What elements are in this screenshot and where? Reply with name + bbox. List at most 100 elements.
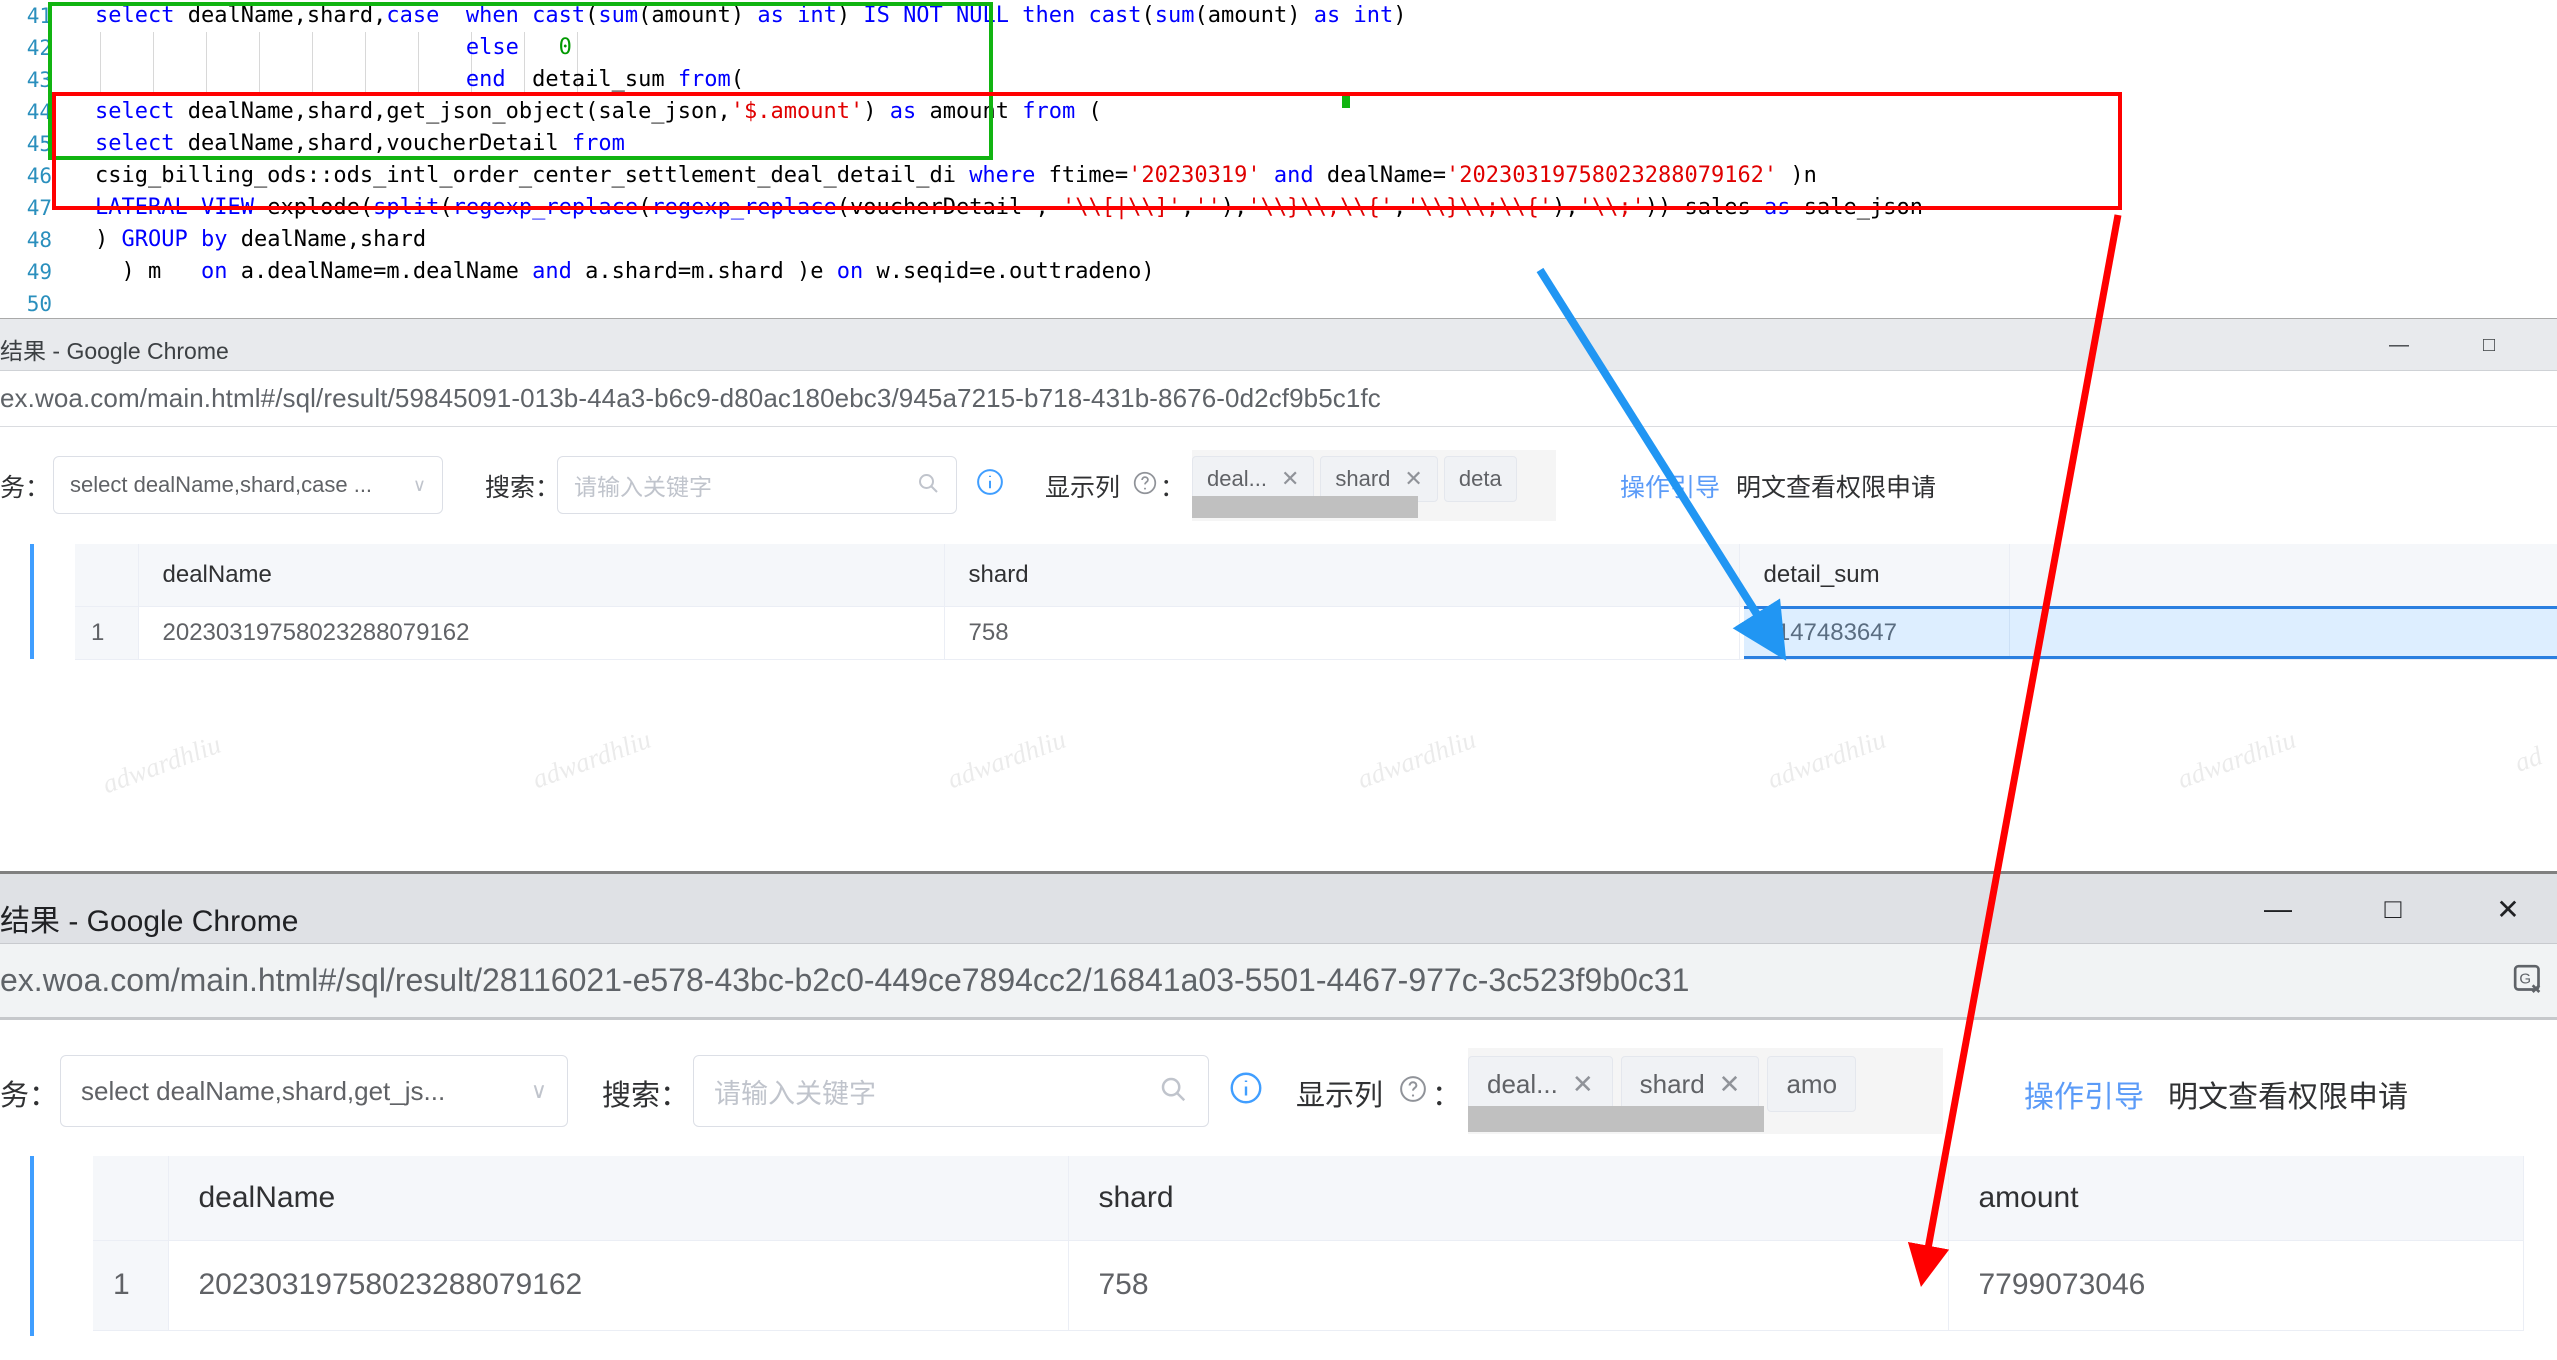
window2-permission-link[interactable]: 明文查看权限申请: [2168, 1072, 2408, 1116]
line-number: 46: [26, 164, 52, 188]
window2-url-text: ex.woa.com/main.html#/sql/result/2811602…: [0, 962, 1690, 998]
close-icon[interactable]: ✕: [1719, 1069, 1741, 1100]
help-circle-icon[interactable]: [1132, 470, 1158, 501]
window2-columns-tags[interactable]: deal... ✕ shard ✕ amo: [1468, 1048, 1943, 1134]
window2-tags-scrollbar-thumb[interactable]: [1468, 1106, 1764, 1132]
code-line-text: else 0: [465, 35, 572, 60]
help-circle-icon[interactable]: [1398, 1074, 1428, 1109]
line-number: 43: [26, 68, 52, 92]
window2-task-select[interactable]: select dealName,shard,get_js... ∨: [60, 1055, 568, 1127]
table-cell[interactable]: 758: [1068, 1240, 1949, 1331]
search-icon[interactable]: [1158, 1074, 1188, 1109]
table-cell[interactable]: 2147483647: [1739, 606, 2010, 660]
line-number: 48: [26, 228, 52, 252]
translate-icon[interactable]: G: [2511, 962, 2551, 1007]
table-cell[interactable]: 20230319758023288079162: [168, 1240, 1069, 1331]
window1-title: 结果 - Google Chrome: [0, 338, 229, 364]
window2-guide-link[interactable]: 操作引导: [2024, 1072, 2144, 1116]
code-line[interactable]: 50: [0, 288, 2557, 318]
table-header-cell[interactable]: dealName: [138, 544, 945, 607]
window2-task-label: 务：: [0, 1080, 59, 1112]
column-tag[interactable]: deal... ✕: [1468, 1056, 1613, 1112]
code-line[interactable]: 47 LATERAL VIEW explode(split(regexp_repl…: [0, 192, 2557, 224]
window2-table-left-accent: [30, 1156, 34, 1336]
code-line-text: select dealName,shard,voucherDetail from: [95, 131, 625, 156]
line-number: 44: [26, 100, 52, 124]
chevron-down-icon: ∨: [530, 1078, 547, 1103]
window1-columns-colon: ：: [1160, 474, 1186, 502]
info-circle-icon[interactable]: [1228, 1070, 1264, 1113]
column-tag[interactable]: amo: [1767, 1056, 1857, 1112]
row-index-cell: 1: [93, 1240, 169, 1331]
close-icon[interactable]: ✕: [1404, 466, 1422, 492]
table-header-cell[interactable]: shard: [944, 544, 1740, 607]
window2-toolbar: 务： select dealName,shard,get_js... ∨ 搜索：…: [0, 1042, 2557, 1134]
column-tag-label: shard: [1335, 466, 1391, 491]
code-line-text: select dealName,shard,get_json_object(sa…: [95, 99, 1102, 124]
window2-search-input[interactable]: 请输入关键字: [693, 1055, 1209, 1127]
code-line[interactable]: 45 select dealName,shard,voucherDetail fr…: [0, 128, 2557, 160]
table-row[interactable]: 1 20230319758023288079162 758 2147483647: [75, 606, 2557, 660]
window2-columns-label: 显示列: [1296, 1080, 1384, 1112]
window1-titlebar[interactable]: 结果 - Google Chrome — □: [0, 319, 2557, 371]
browser-window-1: 结果 - Google Chrome — □ ex.woa.com/main.h…: [0, 318, 2557, 871]
table-header-cell[interactable]: shard: [1068, 1156, 1949, 1241]
window2-url-bar[interactable]: ex.woa.com/main.html#/sql/result/2811602…: [0, 944, 2557, 1020]
window1-maximize-button[interactable]: □: [2459, 319, 2519, 371]
window1-url-bar[interactable]: ex.woa.com/main.html#/sql/result/5984509…: [0, 371, 2557, 427]
column-tag-label: shard: [1639, 1068, 1705, 1099]
column-tag-label: deta: [1458, 466, 1502, 491]
window2-result-table-wrap: dealName shard amount 1 2023031975802328807…: [30, 1156, 2557, 1336]
close-icon[interactable]: ✕: [1281, 466, 1299, 492]
window1-task-select-value: select dealName,shard,case ...: [70, 472, 373, 497]
code-line[interactable]: 42 else 0: [0, 32, 2557, 64]
code-line[interactable]: 46 csig_billing_ods::ods_intl_order_cente…: [0, 160, 2557, 192]
column-tag-label: deal...: [1207, 466, 1267, 491]
window1-minimize-button[interactable]: —: [2369, 319, 2429, 371]
search-icon[interactable]: [916, 471, 940, 500]
window2-close-button[interactable]: ✕: [2469, 874, 2547, 944]
window2-minimize-button[interactable]: —: [2239, 874, 2317, 944]
code-line[interactable]: 48) GROUP by dealName,shard: [0, 224, 2557, 256]
table-cell[interactable]: 7799073046: [1948, 1240, 2524, 1331]
info-circle-icon[interactable]: [975, 467, 1005, 504]
column-tag[interactable]: deta: [1443, 456, 1517, 502]
watermark: adwardhliu: [1353, 723, 1480, 795]
window2-search-placeholder: 请输入关键字: [714, 1078, 876, 1109]
window1-permission-link[interactable]: 明文查看权限申请: [1736, 468, 1936, 504]
code-line[interactable]: 44 select dealName,shard,get_json_object(…: [0, 96, 2557, 128]
row-index-cell: 1: [75, 606, 139, 660]
window1-search-placeholder: 请输入关键字: [574, 474, 712, 500]
window1-search-input[interactable]: 请输入关键字: [557, 456, 957, 514]
table-header-cell[interactable]: dealName: [168, 1156, 1069, 1241]
watermark: adwardhliu: [1763, 723, 1890, 795]
table-cell[interactable]: 20230319758023288079162: [138, 606, 945, 660]
watermark: adwardhliu: [98, 728, 225, 800]
column-tag-label: deal...: [1487, 1068, 1558, 1099]
code-line-text: LATERAL VIEW explode(split(regexp_replac…: [95, 195, 1923, 220]
code-line[interactable]: 49 ) m on a.dealName=m.dealName and a.sh…: [0, 256, 2557, 288]
table-row[interactable]: 1 20230319758023288079162 758 7799073046: [93, 1240, 2524, 1331]
column-tag[interactable]: shard ✕: [1620, 1056, 1760, 1112]
column-tag-label: amo: [1786, 1068, 1838, 1099]
window1-guide-link[interactable]: 操作引导: [1620, 468, 1720, 504]
window1-columns-tags[interactable]: deal... ✕ shard ✕ deta: [1192, 450, 1556, 521]
window1-url-text: ex.woa.com/main.html#/sql/result/5984509…: [0, 383, 1381, 413]
table-header-cell[interactable]: amount: [1948, 1156, 2524, 1241]
window2-search-label: 搜索：: [602, 1080, 690, 1112]
table-header-index: [93, 1156, 169, 1241]
window1-task-select[interactable]: select dealName,shard,case ... ∨: [53, 456, 443, 514]
watermark: ad: [2510, 740, 2547, 778]
table-header-index: [75, 544, 139, 607]
table-header-cell[interactable]: detail_sum: [1739, 544, 2010, 607]
window2-maximize-button[interactable]: □: [2354, 874, 2432, 944]
sql-code-editor[interactable]: 41 select dealName,shard,case when cast(s…: [0, 0, 2557, 318]
window1-tags-scrollbar-thumb[interactable]: [1192, 496, 1418, 518]
code-line[interactable]: 43 end detail_sum from(: [0, 64, 2557, 96]
table-cell[interactable]: 758: [944, 606, 1740, 660]
window1-columns-label: 显示列: [1045, 474, 1121, 502]
close-icon[interactable]: ✕: [1572, 1069, 1594, 1100]
window2-titlebar[interactable]: 结果 - Google Chrome — □ ✕: [0, 874, 2557, 944]
line-number: 45: [26, 132, 52, 156]
code-line[interactable]: 41 select dealName,shard,case when cast(s…: [0, 0, 2557, 32]
